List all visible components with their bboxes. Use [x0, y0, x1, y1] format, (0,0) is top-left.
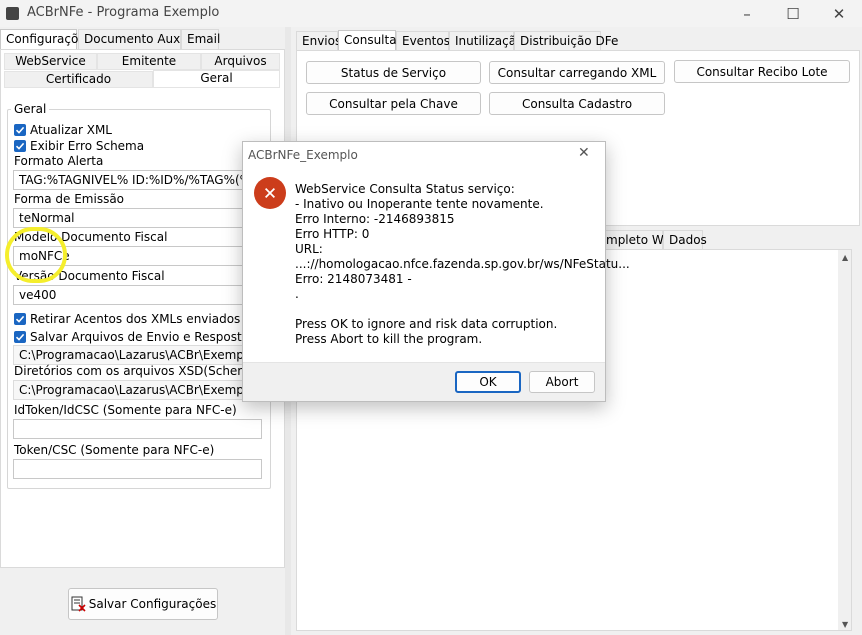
subtab-arquivos[interactable]: Arquivos [201, 53, 280, 70]
message-line: - Inativo ou Inoperante tente novamente. [295, 197, 544, 211]
tab-consultas[interactable]: Consultas [338, 30, 403, 51]
xsd-dir-label: Diretórios com os arquivos XSD(Schemas) [14, 364, 268, 378]
message-line: WebService Consulta Status serviço: [295, 182, 515, 196]
scroll-up-icon[interactable]: ▲ [842, 253, 848, 262]
tab-documento-auxiliar[interactable]: Documento Auxiliar [78, 29, 203, 49]
subtab-webservice[interactable]: WebService [4, 53, 97, 70]
scroll-down-icon[interactable]: ▼ [842, 620, 848, 629]
save-config-icon [70, 596, 86, 612]
consultar-chave-button[interactable]: Consultar pela Chave [306, 92, 481, 115]
salvar-configuracoes-label: Salvar Configurações [88, 597, 217, 611]
salvar-arquivos-path-input[interactable]: C:\Programacao\Lazarus\ACBr\Exemplos\ACB… [13, 345, 262, 365]
tab-configuracoes[interactable]: Configurações [0, 29, 92, 50]
retirar-acentos-label: Retirar Acentos dos XMLs enviados [30, 312, 241, 326]
formato-alerta-label: Formato Alerta [14, 154, 104, 168]
message-line: . [295, 287, 299, 301]
idtoken-input[interactable] [13, 419, 262, 439]
memo-scrollbar[interactable] [838, 250, 851, 630]
app-icon [6, 7, 19, 20]
xsd-dir-input[interactable]: C:\Programacao\Lazarus\ACBr\Exemplos\ACB… [13, 380, 262, 400]
error-icon [254, 177, 286, 209]
tab-dados[interactable]: Dados [663, 230, 707, 250]
forma-emissao-label: Forma de Emissão [14, 192, 125, 206]
ok-button[interactable]: OK [455, 371, 521, 393]
maximize-button[interactable]: ☐ [770, 0, 816, 27]
message-line: Erro Interno: -2146893815 [295, 212, 455, 226]
retirar-acentos-checkbox[interactable] [14, 313, 26, 325]
salvar-configuracoes-button[interactable]: Salvar Configurações [68, 588, 218, 620]
abort-button[interactable]: Abort [529, 371, 595, 393]
subtab-emitente[interactable]: Emitente [97, 53, 201, 70]
error-dialog: ACBrNFe_Exemplo ✕ WebService Consulta St… [242, 141, 630, 402]
atualizar-xml-label: Atualizar XML [30, 123, 112, 137]
tab-email[interactable]: Email [181, 29, 220, 49]
close-window-button[interactable]: ✕ [816, 0, 862, 27]
prompt-line: Press Abort to kill the program. [295, 332, 483, 346]
geral-legend: Geral [11, 102, 50, 116]
message-line: Erro HTTP: 0 [295, 227, 370, 241]
message-line: URL: [295, 242, 323, 256]
window-title: ACBrNFe - Programa Exemplo [27, 5, 220, 20]
consultar-carregando-xml-button[interactable]: Consultar carregando XML [489, 61, 665, 84]
subtab-certificado[interactable]: Certificado [4, 71, 153, 88]
message-line: Erro: 2148073481 - [295, 272, 412, 286]
tab-distribuicao-dfe[interactable]: Distribuição DFe [514, 31, 618, 51]
versao-documento-select[interactable]: ve400 [13, 285, 262, 305]
token-input[interactable] [13, 459, 262, 479]
token-label: Token/CSC (Somente para NFC-e) [14, 443, 215, 457]
exibir-erro-schema-checkbox[interactable] [14, 140, 26, 152]
message-line: ...://homologacao.nfce.fazenda.sp.gov.br… [295, 257, 630, 271]
salvar-arquivos-label: Salvar Arquivos de Envio e Resposta [30, 330, 249, 344]
subtab-geral[interactable]: Geral [153, 70, 280, 88]
exibir-erro-schema-label: Exibir Erro Schema [30, 139, 145, 153]
consulta-cadastro-button[interactable]: Consulta Cadastro [489, 92, 665, 115]
tab-inutilizacao[interactable]: Inutilização [449, 31, 523, 51]
idtoken-label: IdToken/IdCSC (Somente para NFC-e) [14, 403, 237, 417]
dialog-footer: OK Abort [243, 362, 605, 401]
status-servico-button[interactable]: Status de Serviço [306, 61, 481, 84]
tab-eventos[interactable]: Eventos [396, 31, 450, 51]
minimize-button[interactable]: – [724, 0, 770, 27]
highlight-annotation [5, 227, 67, 283]
formato-alerta-input[interactable]: TAG:%TAGNIVEL% ID:%ID%/%TAG%(%DESC [13, 170, 262, 190]
dialog-title: ACBrNFe_Exemplo [248, 148, 358, 162]
atualizar-xml-checkbox[interactable] [14, 124, 26, 136]
dialog-close-icon[interactable]: ✕ [578, 145, 590, 161]
consultar-recibo-lote-button[interactable]: Consultar Recibo Lote [674, 60, 850, 83]
salvar-arquivos-checkbox[interactable] [14, 331, 26, 343]
tab-envios[interactable]: Envios [296, 31, 341, 51]
dialog-message: WebService Consulta Status serviço: - In… [295, 182, 630, 347]
prompt-line: Press OK to ignore and risk data corrupt… [295, 317, 558, 331]
forma-emissao-select[interactable]: teNormal [13, 208, 262, 228]
